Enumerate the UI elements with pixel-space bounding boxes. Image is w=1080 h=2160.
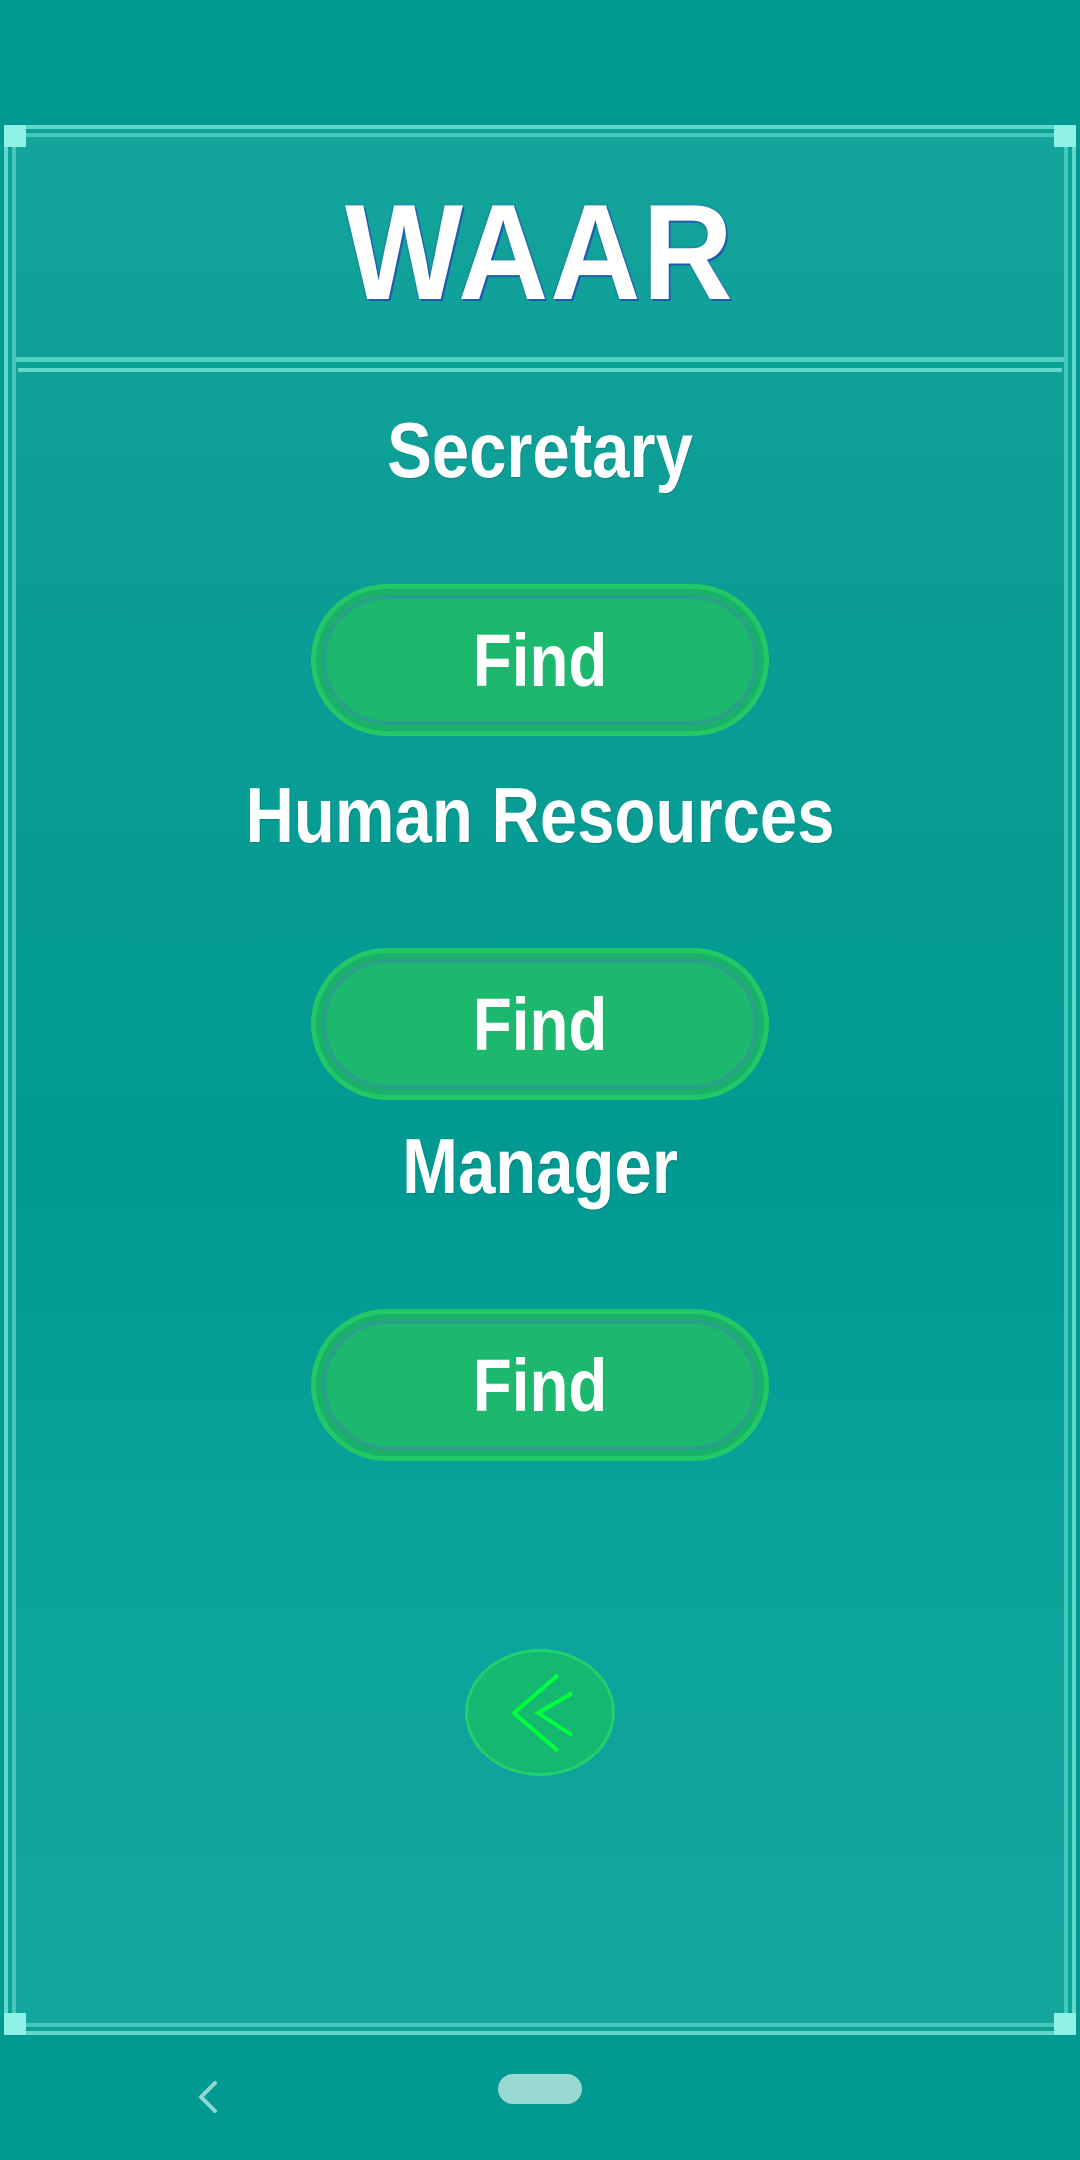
- home-pill-icon[interactable]: [498, 2074, 582, 2104]
- find-manager-button[interactable]: Find: [311, 1309, 769, 1461]
- system-nav-bar: [0, 2035, 1080, 2160]
- frame-corner: [1054, 125, 1076, 147]
- frame-corner: [4, 2013, 26, 2035]
- find-human-resources-button[interactable]: Find: [311, 948, 769, 1100]
- section-label-secretary: Secretary: [387, 406, 693, 494]
- app-title: WAAR: [345, 176, 735, 328]
- double-chevron-left-icon: [510, 1672, 574, 1753]
- chevron-left-icon: [199, 2081, 217, 2113]
- find-secretary-button[interactable]: Find: [311, 584, 769, 736]
- find-button-label: Find: [472, 618, 608, 702]
- frame-corner: [1054, 2013, 1076, 2035]
- header: WAAR: [16, 147, 1064, 362]
- status-bar: [0, 0, 1080, 125]
- frame-corner: [4, 125, 26, 147]
- nav-back-button[interactable]: [186, 2072, 230, 2122]
- find-button-label: Find: [472, 982, 608, 1066]
- section-label-human-resources: Human Resources: [245, 771, 835, 859]
- section-label-manager: Manager: [402, 1122, 678, 1210]
- find-button-label: Find: [472, 1343, 608, 1427]
- back-button[interactable]: [465, 1649, 615, 1776]
- app-screen: WAAR Secretary Find Human Resources Find…: [0, 0, 1080, 2160]
